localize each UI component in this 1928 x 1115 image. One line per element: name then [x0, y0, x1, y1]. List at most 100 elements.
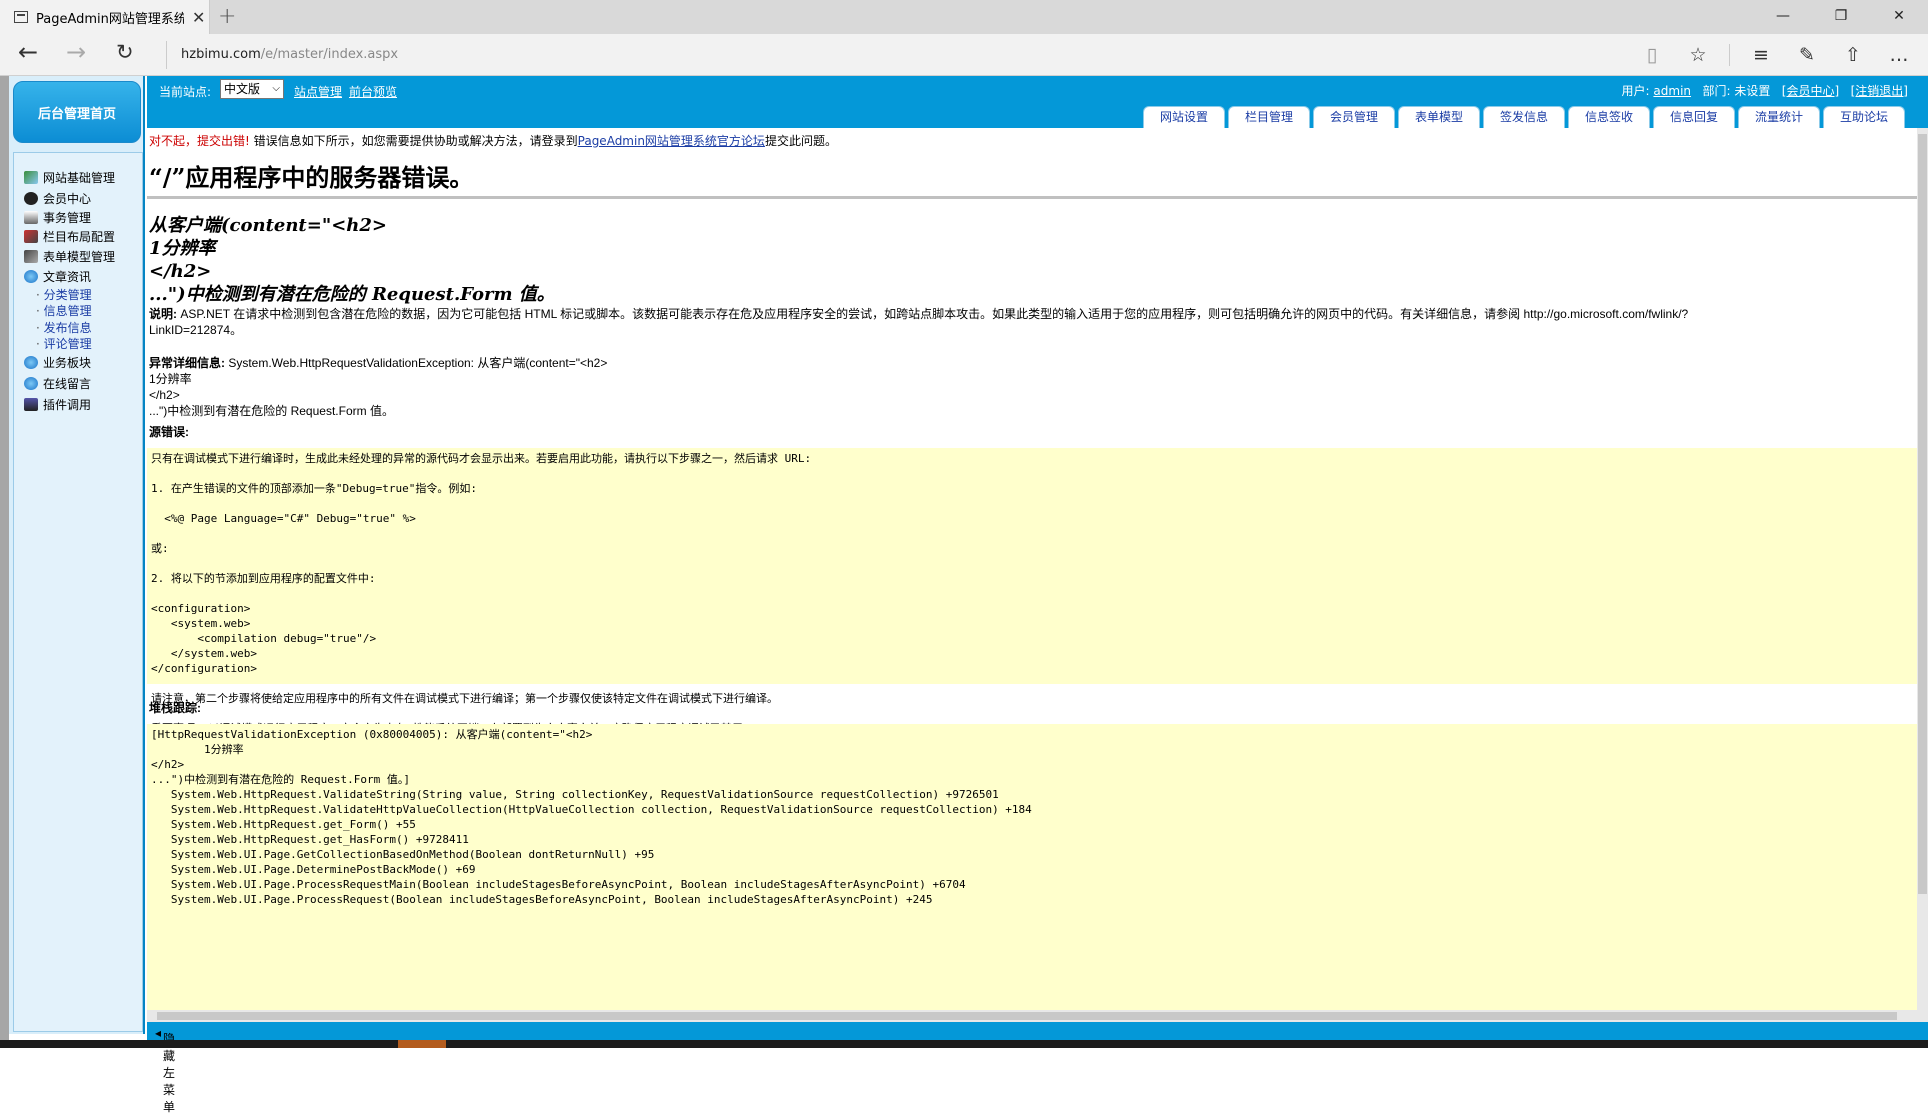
tab-forum[interactable]: 互助论坛: [1823, 106, 1905, 128]
sidebar-item-label: 会员中心: [43, 192, 92, 206]
browser-tab[interactable]: PageAdmin网站管理系统 ✕: [0, 0, 210, 34]
url-path: /e/master/index.aspx: [260, 47, 399, 62]
stack-trace-box: [HttpRequestValidationException (0x80004…: [147, 724, 1917, 1014]
site-select-value: 中文版: [224, 82, 261, 96]
taskbar-strip: [0, 1040, 1928, 1048]
sidebar-item-layout-config[interactable]: 栏目布局配置: [24, 228, 115, 245]
sidebar-item-member-center[interactable]: 会员中心: [24, 190, 91, 207]
sidebar-sub-category[interactable]: 分类管理: [36, 286, 92, 303]
error-heading-line: 从客户端(content="<h2>: [149, 215, 387, 236]
description-text-cont: LinkID=212874。: [149, 323, 243, 337]
tab-member-manage[interactable]: 会员管理: [1313, 106, 1395, 128]
error-heading-line: ...")中检测到有潜在危险的 Request.Form 值。: [149, 284, 555, 305]
tab-form-model[interactable]: 表单模型: [1398, 106, 1480, 128]
admin-home-button[interactable]: 后台管理首页: [13, 81, 141, 143]
sidebar-item-label: 栏目布局配置: [43, 230, 116, 244]
tab-column-manage[interactable]: 栏目管理: [1228, 106, 1310, 128]
sidebar-sub-info-manage[interactable]: 信息管理: [36, 302, 92, 319]
error-heading-line: </h2>: [149, 261, 212, 282]
dept-label: 部门: 未设置: [1702, 84, 1771, 98]
source-error-text: 只有在调试模式下进行编译时，生成此未经处理的异常的源代码才会显示出来。若要启用此…: [151, 452, 812, 735]
browser-tab-bar: PageAdmin网站管理系统 ✕ + — ❐ ✕: [0, 0, 1928, 34]
user-name-link[interactable]: admin: [1653, 84, 1691, 98]
forward-icon[interactable]: →: [66, 38, 86, 66]
web-note-icon[interactable]: ✎: [1784, 40, 1830, 70]
sidebar-menu: 网站基础管理 会员中心 事务管理 栏目布局配置 表单模型管理 文章资讯 分类管理…: [13, 152, 143, 1032]
restore-icon[interactable]: ❐: [1812, 0, 1870, 34]
scroll-thumb[interactable]: [1918, 134, 1927, 894]
minimize-icon[interactable]: —: [1754, 0, 1812, 34]
close-window-icon[interactable]: ✕: [1870, 0, 1928, 34]
top-bar: 当前站点: 中文版 ⌵ 站点管理 前台预览 用户: admin 部门: 未设置 …: [147, 76, 1928, 106]
stack-trace-text: [HttpRequestValidationException (0x80004…: [151, 728, 1032, 906]
sidebar-item-form-model[interactable]: 表单模型管理: [24, 248, 115, 265]
tab-traffic-stats[interactable]: 流量统计: [1738, 106, 1820, 128]
globe-icon: [24, 377, 38, 390]
globe-icon: [24, 270, 38, 283]
address-field[interactable]: hzbimu.com/e/master/index.aspx: [166, 41, 398, 69]
sidebar-item-label: 插件调用: [43, 398, 92, 412]
exception-line: </h2>: [149, 388, 180, 402]
globe-icon: [24, 356, 38, 369]
horizontal-scrollbar[interactable]: [147, 1010, 1917, 1022]
tools-icon: [24, 230, 38, 243]
sidebar-item-plugins[interactable]: 插件调用: [24, 396, 91, 413]
preview-link[interactable]: 前台预览: [349, 83, 397, 100]
sidebar-item-label: 事务管理: [43, 211, 92, 225]
share-icon[interactable]: ⇧: [1830, 40, 1876, 70]
back-icon[interactable]: ←: [18, 38, 38, 66]
window-controls: — ❐ ✕: [1754, 0, 1928, 34]
refresh-icon[interactable]: ↻: [116, 40, 134, 64]
sidebar-item-label: 表单模型管理: [43, 250, 116, 264]
toolbar-divider: [1729, 44, 1730, 66]
tab-site-settings[interactable]: 网站设置: [1143, 106, 1225, 128]
vertical-scrollbar[interactable]: [1917, 128, 1928, 1034]
close-tab-icon[interactable]: ✕: [192, 8, 205, 27]
sidebar-item-site-basic[interactable]: 网站基础管理: [24, 169, 115, 186]
stack-trace-label: 堆栈跟踪:: [149, 701, 201, 715]
error-heading-line: 1分辨率: [149, 238, 216, 259]
site-manage-link[interactable]: 站点管理: [294, 83, 342, 100]
description-label: 说明:: [149, 307, 177, 321]
error-prefix: 对不起，提交出错!: [149, 134, 250, 148]
sidebar-item-messages[interactable]: 在线留言: [24, 375, 91, 392]
page-icon: [14, 11, 28, 23]
scroll-thumb[interactable]: [157, 1012, 1897, 1020]
reading-view-icon[interactable]: ▯: [1629, 40, 1675, 70]
taskbar-highlight: [398, 1040, 446, 1048]
sidebar-item-articles[interactable]: 文章资讯: [24, 268, 91, 285]
member-center-link[interactable]: [会员中心]: [1782, 84, 1839, 98]
source-error-box: 只有在调试模式下进行编译时，生成此未经处理的异常的源代码才会显示出来。若要启用此…: [147, 448, 1917, 735]
site-icon: [24, 171, 38, 184]
error-heading: 从客户端(content="<h2> 1分辨率 </h2> ...")中检测到有…: [149, 214, 555, 306]
favorite-star-icon[interactable]: ☆: [1675, 40, 1721, 70]
sidebar-item-business[interactable]: 业务板块: [24, 354, 91, 371]
chevron-down-icon: ⌵: [272, 83, 280, 94]
exception-details: 异常详细信息: System.Web.HttpRequestValidation…: [149, 355, 607, 419]
member-icon: [24, 192, 38, 205]
more-icon[interactable]: …: [1876, 40, 1922, 70]
logout-link[interactable]: [注销退出]: [1851, 84, 1908, 98]
sidebar-sub-comments[interactable]: 评论管理: [36, 335, 92, 352]
tab-info-receive[interactable]: 信息签收: [1568, 106, 1650, 128]
hub-icon[interactable]: ≡: [1738, 40, 1784, 70]
browser-tools: ▯ ☆ ≡ ✎ ⇧ …: [1629, 40, 1922, 70]
left-edge: [0, 76, 9, 1048]
sidebar-item-label: 文章资讯: [43, 270, 92, 284]
tab-info-reply[interactable]: 信息回复: [1653, 106, 1735, 128]
tab-issue-info[interactable]: 签发信息: [1483, 106, 1565, 128]
new-tab-icon[interactable]: +: [218, 4, 236, 29]
exception-text: System.Web.HttpRequestValidationExceptio…: [225, 356, 608, 370]
forum-link[interactable]: PageAdmin网站管理系统官方论坛: [578, 134, 765, 148]
nav-tabs: 网站设置 栏目管理 会员管理 表单模型 签发信息 信息签收 信息回复 流量统计 …: [147, 106, 1928, 128]
error-content: 对不起，提交出错! 错误信息如下所示，如您需要提供协助或解决方法，请登录到Pag…: [147, 128, 1917, 1034]
sidebar-sub-publish[interactable]: 发布信息: [36, 319, 92, 336]
hide-menu-button[interactable]: ◂ 隐藏左菜单: [155, 1026, 175, 1114]
app-frame: 后台管理首页 网站基础管理 会员中心 事务管理 栏目布局配置 表单模型管理 文章…: [0, 76, 1928, 1114]
sidebar-item-affairs[interactable]: 事务管理: [24, 209, 91, 226]
url-host: hzbimu.com: [181, 47, 261, 62]
exception-label: 异常详细信息:: [149, 356, 225, 370]
plugin-icon: [24, 398, 38, 411]
address-toolbar: ← → ↻ hzbimu.com/e/master/index.aspx ▯ ☆…: [0, 34, 1928, 76]
site-select[interactable]: 中文版 ⌵: [220, 79, 284, 99]
